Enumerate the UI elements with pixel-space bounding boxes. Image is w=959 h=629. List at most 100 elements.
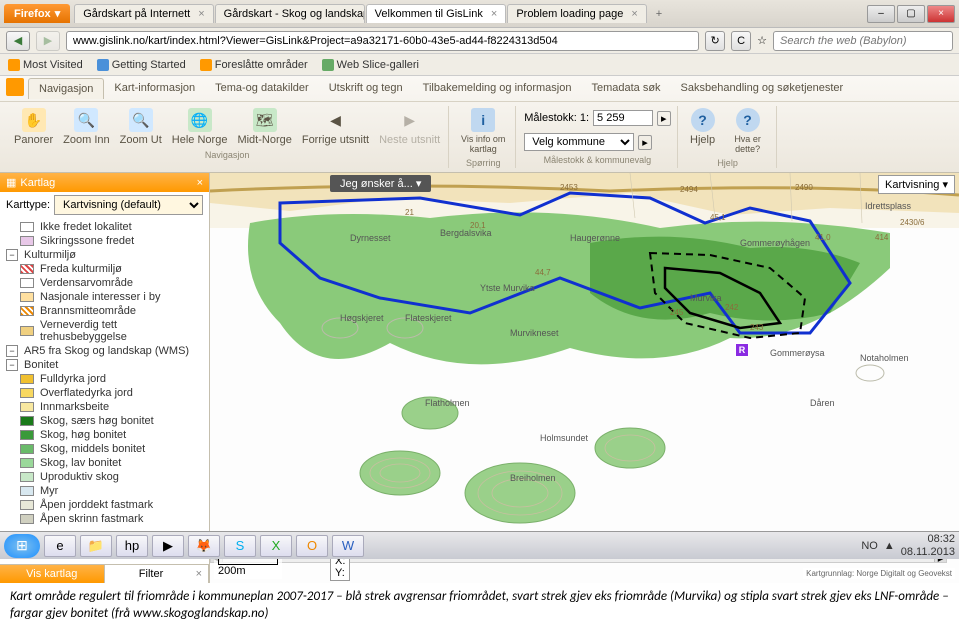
legend-item[interactable]: −Bonitet: [6, 358, 203, 372]
taskbar-explorer-icon[interactable]: 📁: [80, 535, 112, 557]
menu-tab-navigasjon[interactable]: Navigasjon: [28, 78, 104, 99]
close-icon[interactable]: ×: [197, 177, 203, 189]
start-button[interactable]: ⊞: [4, 534, 40, 558]
legend-swatch: [20, 278, 34, 288]
legend-item[interactable]: Verneverdig tett trehusbebyggelse: [20, 318, 203, 344]
hele-norge-button[interactable]: 🌐Hele Norge: [168, 106, 232, 148]
karttype-select[interactable]: Kartvisning (default): [54, 195, 203, 215]
menu-tab[interactable]: Utskrift og tegn: [319, 78, 413, 99]
taskbar-outlook-icon[interactable]: O: [296, 535, 328, 557]
legend-item[interactable]: Skog, høg bonitet: [20, 428, 203, 442]
zoom-in-button[interactable]: 🔍Zoom Inn: [59, 106, 113, 148]
menu-tab[interactable]: Kart-informasjon: [104, 78, 205, 99]
sidebar-tab-vis[interactable]: Vis kartlag: [0, 565, 105, 583]
map-place-label: Gommerøysa: [770, 348, 825, 358]
kommune-select[interactable]: Velg kommune: [524, 133, 634, 151]
tray-flag-icon[interactable]: ▲: [884, 540, 895, 552]
legend-item[interactable]: Skog, særs høg bonitet: [20, 414, 203, 428]
checkbox[interactable]: −: [6, 249, 18, 261]
close-icon[interactable]: ×: [631, 8, 637, 20]
browser-tab[interactable]: Gårdskart på Internett×: [74, 4, 213, 23]
panorer-button[interactable]: ✋Panorer: [10, 106, 57, 148]
malestokk-label: Målestokk: 1:: [524, 112, 589, 124]
bookmark-item[interactable]: Foreslåtte områder: [200, 59, 308, 71]
system-tray[interactable]: NO ▲ 08:32 08.11.2013: [861, 533, 955, 557]
legend-item[interactable]: Nasjonale interesser i by: [20, 290, 203, 304]
taskbar-firefox-icon[interactable]: 🦊: [188, 535, 220, 557]
back-button[interactable]: ◀: [6, 31, 30, 51]
map-place-label: Dåren: [810, 398, 835, 408]
maximize-button[interactable]: ▢: [897, 5, 925, 23]
legend-label: Fulldyrka jord: [40, 373, 106, 385]
legend-item[interactable]: Uproduktiv skog: [20, 470, 203, 484]
legend-item[interactable]: Brannsmitteområde: [20, 304, 203, 318]
close-icon[interactable]: ×: [198, 8, 204, 20]
checkbox[interactable]: −: [6, 359, 18, 371]
kommune-apply-button[interactable]: ▸: [638, 135, 652, 150]
kartvisning-select[interactable]: Kartvisning ▾: [878, 175, 955, 194]
checkbox[interactable]: −: [6, 345, 18, 357]
stop-button[interactable]: C: [731, 31, 751, 51]
search-engine-icon[interactable]: ☆: [757, 34, 767, 47]
new-tab-button[interactable]: +: [648, 5, 670, 23]
taskbar-ie-icon[interactable]: e: [44, 535, 76, 557]
close-icon[interactable]: ×: [491, 8, 497, 20]
app-logo-icon[interactable]: [6, 78, 24, 96]
tray-lang[interactable]: NO: [861, 540, 878, 552]
search-input[interactable]: [773, 31, 953, 51]
jeg-onsker-button[interactable]: Jeg ønsker å... ▾: [330, 175, 431, 192]
minimize-button[interactable]: –: [867, 5, 895, 23]
map-place-label: Notaholmen: [860, 353, 909, 363]
legend-item[interactable]: Skog, middels bonitet: [20, 442, 203, 456]
map-marker[interactable]: R: [735, 343, 749, 357]
forrige-utsnitt-button[interactable]: ◀Forrige utsnitt: [298, 106, 373, 148]
legend-item[interactable]: −Kulturmiljø: [6, 248, 203, 262]
scale-apply-button[interactable]: ▸: [657, 111, 671, 126]
sidebar-tab-filter[interactable]: Filter×: [105, 565, 210, 583]
menu-tab[interactable]: Saksbehandling og søketjenester: [671, 78, 854, 99]
map-attribution: Kartgrunnlag: Norge Digitalt og Geovekst: [803, 568, 955, 579]
legend-item[interactable]: Verdensarvområde: [20, 276, 203, 290]
vis-info-button[interactable]: iVis info om kartlag: [455, 106, 511, 156]
scale-input[interactable]: [593, 110, 653, 126]
close-icon[interactable]: ×: [196, 568, 202, 580]
menu-tab[interactable]: Temadata søk: [581, 78, 670, 99]
bookmark-item[interactable]: Most Visited: [8, 59, 83, 71]
windows-taskbar: ⊞ e 📁 hp ▶ 🦊 S X O W NO ▲ 08:32 08.11.20…: [0, 531, 959, 559]
midt-norge-button[interactable]: 🗺Midt-Norge: [233, 106, 295, 148]
zoom-out-button[interactable]: 🔍Zoom Ut: [116, 106, 166, 148]
menu-tab[interactable]: Tema-og datakilder: [205, 78, 319, 99]
legend-item[interactable]: −AR5 fra Skog og landskap (WMS): [6, 344, 203, 358]
taskbar-hp-icon[interactable]: hp: [116, 535, 148, 557]
legend-item[interactable]: Skog, lav bonitet: [20, 456, 203, 470]
browser-tab[interactable]: Gårdskart - Skog og landskap×: [215, 4, 365, 23]
forward-button[interactable]: ▶: [36, 31, 60, 51]
bookmark-item[interactable]: Web Slice-galleri: [322, 59, 419, 71]
hjelp-button[interactable]: ?Hjelp: [684, 106, 722, 156]
legend-item[interactable]: Innmarksbeite: [20, 400, 203, 414]
bookmark-item[interactable]: Getting Started: [97, 59, 186, 71]
taskbar-media-icon[interactable]: ▶: [152, 535, 184, 557]
legend-item[interactable]: Myr: [20, 484, 203, 498]
map-viewport[interactable]: Jeg ønsker å... ▾ Kartvisning ▾ R Hauger…: [210, 173, 959, 583]
legend-swatch: [20, 416, 34, 426]
url-input[interactable]: [66, 31, 699, 51]
legend-item[interactable]: Åpen jorddekt fastmark: [20, 498, 203, 512]
firefox-menu-button[interactable]: Firefox▾: [4, 4, 70, 23]
menu-tab[interactable]: Tilbakemelding og informasjon: [413, 78, 582, 99]
legend-item[interactable]: Freda kulturmiljø: [20, 262, 203, 276]
legend-item[interactable]: Fulldyrka jord: [20, 372, 203, 386]
hva-er-dette-button[interactable]: ?Hva er dette?: [724, 106, 772, 156]
browser-tab[interactable]: Velkommen til GisLink×: [366, 4, 507, 23]
taskbar-skype-icon[interactable]: S: [224, 535, 256, 557]
bookmark-icon: [322, 59, 334, 71]
reload-button[interactable]: ↻: [705, 31, 725, 51]
taskbar-word-icon[interactable]: W: [332, 535, 364, 557]
browser-tab[interactable]: Problem loading page×: [507, 4, 646, 23]
taskbar-excel-icon[interactable]: X: [260, 535, 292, 557]
legend-item[interactable]: Åpen skrinn fastmark: [20, 512, 203, 526]
legend-item[interactable]: Overflatedyrka jord: [20, 386, 203, 400]
window-close-button[interactable]: ×: [927, 5, 955, 23]
legend-item[interactable]: Sikringssone fredet: [20, 234, 203, 248]
legend-item[interactable]: Ikke fredet lokalitet: [20, 220, 203, 234]
